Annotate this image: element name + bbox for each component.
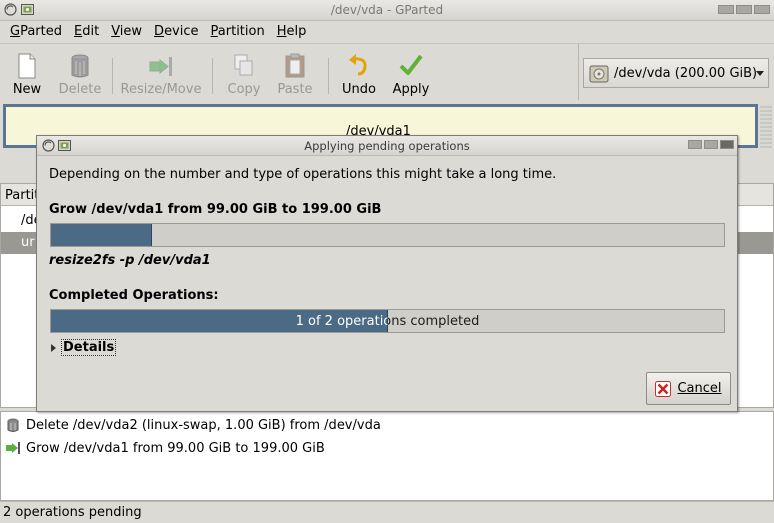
cancel-button[interactable]: Cancel [646,372,731,405]
unallocated-strip[interactable] [760,104,772,148]
device-selector-area: /dev/vda (200.00 GiB) [578,43,774,100]
menu-partition[interactable]: Partition [205,21,271,43]
dialog-maximize-button[interactable] [704,140,718,149]
expander-arrow-icon [51,343,56,352]
checkmark-icon [399,54,423,75]
menu-bar: GParted Edit View Device Partition Help [0,21,774,43]
dialog-description: Depending on the number and type of oper… [49,167,557,182]
dialog-minimize-button[interactable] [688,140,702,149]
delete-button[interactable]: Delete [54,49,106,99]
chevron-down-icon [756,71,764,76]
device-dropdown-value: /dev/vda (200.00 GiB) [614,66,758,81]
toolbar-separator [112,58,113,94]
resize-move-button[interactable]: Resize/Move [118,49,204,99]
toolbar-separator [328,58,329,94]
menu-device[interactable]: Device [148,21,204,43]
status-text: 2 operations pending [3,505,142,520]
current-progress-fill [51,224,152,246]
apply-operations-dialog: Applying pending operations Depending on… [36,135,738,412]
paste-button[interactable]: Paste [270,49,320,99]
undo-button[interactable]: Undo [336,49,382,99]
paste-icon [285,53,305,78]
status-bar: 2 operations pending [0,501,774,523]
trash-icon [71,54,89,78]
menu-view[interactable]: View [105,21,148,43]
menu-gparted[interactable]: GParted [4,21,68,43]
new-document-icon [18,53,36,79]
toolbar-separator [212,58,213,94]
dialog-close-button[interactable] [720,140,734,149]
completed-operations-progress: 1 of 2 operations completed1 of 2 operat… [50,309,725,333]
pending-operations-list: Delete /dev/vda2 (linux-swap, 1.00 GiB) … [0,411,774,501]
new-button[interactable]: New [4,49,50,99]
dialog-title: Applying pending operations [304,139,470,153]
current-operation-progress [50,223,725,247]
cancel-label: Cancel [677,381,722,396]
resize-icon [6,442,20,454]
close-button[interactable] [754,5,770,14]
minimize-button[interactable] [718,5,734,14]
toolbar: New Delete Resize/Move Copy Paste Undo A… [0,43,578,100]
device-dropdown[interactable]: /dev/vda (200.00 GiB) [583,58,769,88]
copy-icon [234,54,253,76]
current-command: resize2fs -p /dev/vda1 [49,253,211,268]
current-operation-label: Grow /dev/vda1 from 99.00 GiB to 199.00 … [49,202,382,217]
copy-button[interactable]: Copy [220,49,268,99]
cancel-icon [655,380,672,397]
apply-button[interactable]: Apply [388,49,434,99]
harddisk-icon [589,65,609,83]
list-item[interactable]: Delete /dev/vda2 (linux-swap, 1.00 GiB) … [5,416,381,434]
window-titlebar[interactable]: /dev/vda - GParted [0,0,774,21]
resize-move-icon [149,57,172,76]
details-label: Details [61,339,117,356]
menu-edit[interactable]: Edit [68,21,105,43]
undo-icon [349,54,367,76]
details-expander[interactable]: Details [51,339,117,356]
completed-operations-label: Completed Operations: [49,288,219,303]
dialog-titlebar[interactable]: Applying pending operations [37,136,737,156]
window-title: /dev/vda - GParted [330,3,444,17]
delete-icon [7,418,19,432]
maximize-button[interactable] [736,5,752,14]
menu-help[interactable]: Help [271,21,313,43]
list-item[interactable]: Grow /dev/vda1 from 99.00 GiB to 199.00 … [5,439,325,457]
